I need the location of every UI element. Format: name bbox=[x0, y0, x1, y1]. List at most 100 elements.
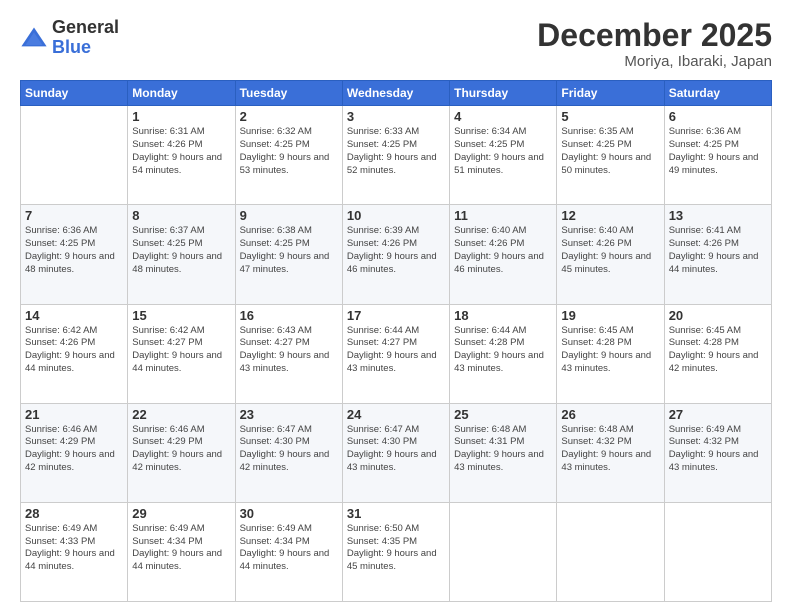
calendar-cell: 18 Sunrise: 6:44 AMSunset: 4:28 PMDaylig… bbox=[450, 304, 557, 403]
day-info: Sunrise: 6:31 AMSunset: 4:26 PMDaylight:… bbox=[132, 126, 230, 177]
calendar-title: December 2025 bbox=[537, 18, 772, 53]
calendar-cell: 16 Sunrise: 6:43 AMSunset: 4:27 PMDaylig… bbox=[235, 304, 342, 403]
day-number: 16 bbox=[240, 308, 338, 323]
day-number: 14 bbox=[25, 308, 123, 323]
calendar-cell: 8 Sunrise: 6:37 AMSunset: 4:25 PMDayligh… bbox=[128, 205, 235, 304]
logo-blue: Blue bbox=[52, 38, 119, 58]
day-number: 4 bbox=[454, 109, 552, 124]
day-number: 17 bbox=[347, 308, 445, 323]
calendar-cell: 25 Sunrise: 6:48 AMSunset: 4:31 PMDaylig… bbox=[450, 403, 557, 502]
calendar-cell: 28 Sunrise: 6:49 AMSunset: 4:33 PMDaylig… bbox=[21, 502, 128, 601]
calendar-cell: 17 Sunrise: 6:44 AMSunset: 4:27 PMDaylig… bbox=[342, 304, 449, 403]
day-number: 28 bbox=[25, 506, 123, 521]
day-number: 7 bbox=[25, 208, 123, 223]
day-number: 18 bbox=[454, 308, 552, 323]
weekday-header: Monday bbox=[128, 81, 235, 106]
calendar-cell: 11 Sunrise: 6:40 AMSunset: 4:26 PMDaylig… bbox=[450, 205, 557, 304]
calendar-cell: 29 Sunrise: 6:49 AMSunset: 4:34 PMDaylig… bbox=[128, 502, 235, 601]
day-info: Sunrise: 6:40 AMSunset: 4:26 PMDaylight:… bbox=[454, 225, 552, 276]
day-info: Sunrise: 6:49 AMSunset: 4:34 PMDaylight:… bbox=[240, 523, 338, 574]
day-info: Sunrise: 6:46 AMSunset: 4:29 PMDaylight:… bbox=[25, 424, 123, 475]
calendar-cell: 10 Sunrise: 6:39 AMSunset: 4:26 PMDaylig… bbox=[342, 205, 449, 304]
day-number: 9 bbox=[240, 208, 338, 223]
day-number: 23 bbox=[240, 407, 338, 422]
calendar-cell: 19 Sunrise: 6:45 AMSunset: 4:28 PMDaylig… bbox=[557, 304, 664, 403]
day-number: 27 bbox=[669, 407, 767, 422]
logo-general: General bbox=[52, 18, 119, 38]
weekday-header: Tuesday bbox=[235, 81, 342, 106]
day-number: 24 bbox=[347, 407, 445, 422]
day-number: 11 bbox=[454, 208, 552, 223]
day-info: Sunrise: 6:47 AMSunset: 4:30 PMDaylight:… bbox=[347, 424, 445, 475]
day-number: 6 bbox=[669, 109, 767, 124]
calendar-cell: 30 Sunrise: 6:49 AMSunset: 4:34 PMDaylig… bbox=[235, 502, 342, 601]
day-number: 30 bbox=[240, 506, 338, 521]
calendar-subtitle: Moriya, Ibaraki, Japan bbox=[537, 53, 772, 70]
calendar-cell: 3 Sunrise: 6:33 AMSunset: 4:25 PMDayligh… bbox=[342, 106, 449, 205]
calendar-cell: 7 Sunrise: 6:36 AMSunset: 4:25 PMDayligh… bbox=[21, 205, 128, 304]
day-info: Sunrise: 6:49 AMSunset: 4:32 PMDaylight:… bbox=[669, 424, 767, 475]
calendar-cell: 31 Sunrise: 6:50 AMSunset: 4:35 PMDaylig… bbox=[342, 502, 449, 601]
day-info: Sunrise: 6:50 AMSunset: 4:35 PMDaylight:… bbox=[347, 523, 445, 574]
day-info: Sunrise: 6:48 AMSunset: 4:31 PMDaylight:… bbox=[454, 424, 552, 475]
calendar-cell: 5 Sunrise: 6:35 AMSunset: 4:25 PMDayligh… bbox=[557, 106, 664, 205]
logo-icon bbox=[20, 24, 48, 52]
day-info: Sunrise: 6:48 AMSunset: 4:32 PMDaylight:… bbox=[561, 424, 659, 475]
page: General Blue December 2025 Moriya, Ibara… bbox=[0, 0, 792, 612]
day-info: Sunrise: 6:49 AMSunset: 4:34 PMDaylight:… bbox=[132, 523, 230, 574]
day-number: 12 bbox=[561, 208, 659, 223]
day-info: Sunrise: 6:44 AMSunset: 4:28 PMDaylight:… bbox=[454, 325, 552, 376]
calendar-cell bbox=[450, 502, 557, 601]
calendar-table: SundayMondayTuesdayWednesdayThursdayFrid… bbox=[20, 80, 772, 602]
header: General Blue December 2025 Moriya, Ibara… bbox=[20, 18, 772, 70]
calendar-cell: 14 Sunrise: 6:42 AMSunset: 4:26 PMDaylig… bbox=[21, 304, 128, 403]
calendar-cell: 21 Sunrise: 6:46 AMSunset: 4:29 PMDaylig… bbox=[21, 403, 128, 502]
day-info: Sunrise: 6:36 AMSunset: 4:25 PMDaylight:… bbox=[669, 126, 767, 177]
day-info: Sunrise: 6:41 AMSunset: 4:26 PMDaylight:… bbox=[669, 225, 767, 276]
day-number: 20 bbox=[669, 308, 767, 323]
calendar-cell bbox=[557, 502, 664, 601]
weekday-header: Saturday bbox=[664, 81, 771, 106]
day-info: Sunrise: 6:35 AMSunset: 4:25 PMDaylight:… bbox=[561, 126, 659, 177]
calendar-week-row: 1 Sunrise: 6:31 AMSunset: 4:26 PMDayligh… bbox=[21, 106, 772, 205]
day-number: 10 bbox=[347, 208, 445, 223]
day-number: 3 bbox=[347, 109, 445, 124]
logo-text: General Blue bbox=[52, 18, 119, 58]
weekday-header: Wednesday bbox=[342, 81, 449, 106]
day-number: 25 bbox=[454, 407, 552, 422]
day-info: Sunrise: 6:47 AMSunset: 4:30 PMDaylight:… bbox=[240, 424, 338, 475]
calendar-cell: 9 Sunrise: 6:38 AMSunset: 4:25 PMDayligh… bbox=[235, 205, 342, 304]
calendar-cell: 13 Sunrise: 6:41 AMSunset: 4:26 PMDaylig… bbox=[664, 205, 771, 304]
day-info: Sunrise: 6:45 AMSunset: 4:28 PMDaylight:… bbox=[561, 325, 659, 376]
calendar-cell: 1 Sunrise: 6:31 AMSunset: 4:26 PMDayligh… bbox=[128, 106, 235, 205]
calendar-cell: 6 Sunrise: 6:36 AMSunset: 4:25 PMDayligh… bbox=[664, 106, 771, 205]
calendar-cell: 23 Sunrise: 6:47 AMSunset: 4:30 PMDaylig… bbox=[235, 403, 342, 502]
calendar-cell: 24 Sunrise: 6:47 AMSunset: 4:30 PMDaylig… bbox=[342, 403, 449, 502]
calendar-week-row: 14 Sunrise: 6:42 AMSunset: 4:26 PMDaylig… bbox=[21, 304, 772, 403]
calendar-week-row: 28 Sunrise: 6:49 AMSunset: 4:33 PMDaylig… bbox=[21, 502, 772, 601]
day-info: Sunrise: 6:39 AMSunset: 4:26 PMDaylight:… bbox=[347, 225, 445, 276]
day-info: Sunrise: 6:36 AMSunset: 4:25 PMDaylight:… bbox=[25, 225, 123, 276]
day-number: 5 bbox=[561, 109, 659, 124]
calendar-cell: 4 Sunrise: 6:34 AMSunset: 4:25 PMDayligh… bbox=[450, 106, 557, 205]
calendar-cell: 26 Sunrise: 6:48 AMSunset: 4:32 PMDaylig… bbox=[557, 403, 664, 502]
day-info: Sunrise: 6:40 AMSunset: 4:26 PMDaylight:… bbox=[561, 225, 659, 276]
day-number: 8 bbox=[132, 208, 230, 223]
day-info: Sunrise: 6:44 AMSunset: 4:27 PMDaylight:… bbox=[347, 325, 445, 376]
day-info: Sunrise: 6:42 AMSunset: 4:26 PMDaylight:… bbox=[25, 325, 123, 376]
day-number: 13 bbox=[669, 208, 767, 223]
calendar-cell: 22 Sunrise: 6:46 AMSunset: 4:29 PMDaylig… bbox=[128, 403, 235, 502]
logo: General Blue bbox=[20, 18, 119, 58]
day-number: 1 bbox=[132, 109, 230, 124]
day-info: Sunrise: 6:34 AMSunset: 4:25 PMDaylight:… bbox=[454, 126, 552, 177]
day-info: Sunrise: 6:37 AMSunset: 4:25 PMDaylight:… bbox=[132, 225, 230, 276]
day-info: Sunrise: 6:43 AMSunset: 4:27 PMDaylight:… bbox=[240, 325, 338, 376]
day-number: 2 bbox=[240, 109, 338, 124]
day-info: Sunrise: 6:38 AMSunset: 4:25 PMDaylight:… bbox=[240, 225, 338, 276]
calendar-cell: 15 Sunrise: 6:42 AMSunset: 4:27 PMDaylig… bbox=[128, 304, 235, 403]
weekday-header: Sunday bbox=[21, 81, 128, 106]
calendar-cell bbox=[21, 106, 128, 205]
weekday-header: Friday bbox=[557, 81, 664, 106]
weekday-header: Thursday bbox=[450, 81, 557, 106]
calendar-cell: 2 Sunrise: 6:32 AMSunset: 4:25 PMDayligh… bbox=[235, 106, 342, 205]
